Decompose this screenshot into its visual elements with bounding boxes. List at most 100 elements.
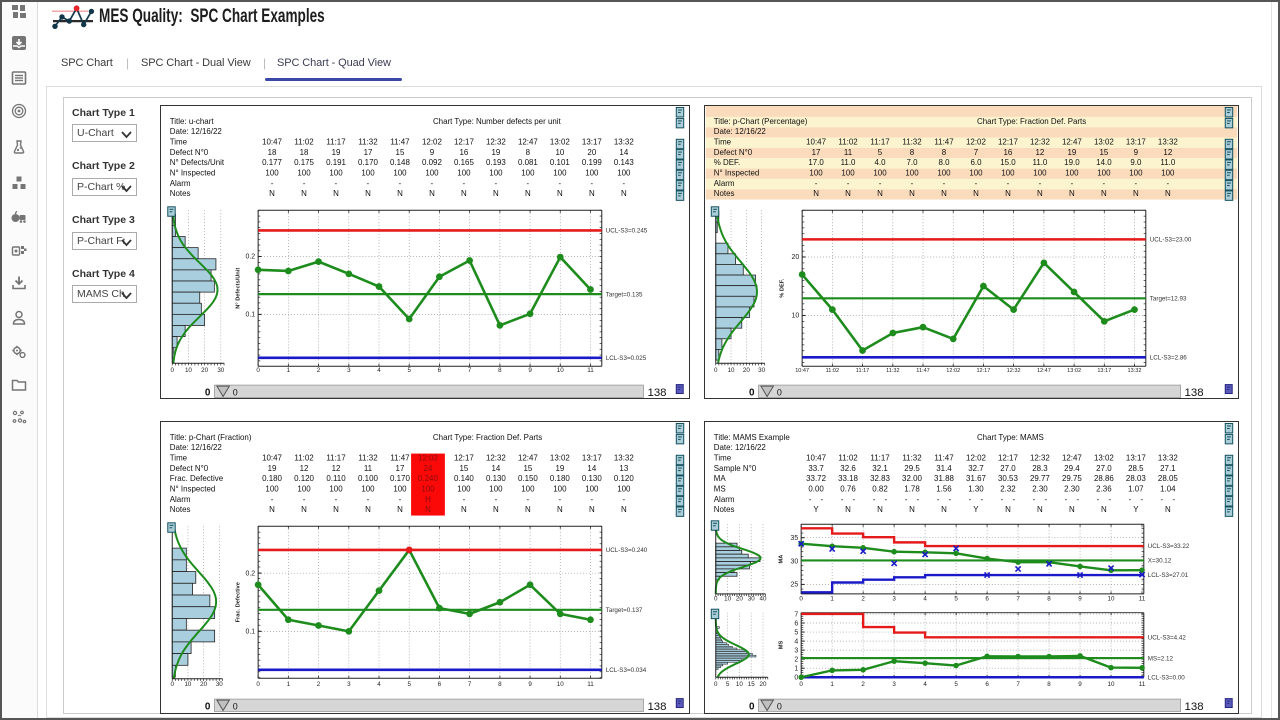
svg-text:100: 100 [809,169,823,178]
svg-text:8: 8 [1047,595,1051,602]
svg-text:Chart Type: Fraction Def. Part: Chart Type: Fraction Def. Parts [433,433,542,442]
svg-text:14: 14 [587,464,596,473]
svg-text:2.30: 2.30 [1064,485,1080,494]
svg-text:20: 20 [791,254,799,261]
svg-text:0.170: 0.170 [390,474,410,483]
svg-text:-: - [303,495,306,504]
svg-text:-: - [367,179,370,188]
svg-text:1: 1 [287,681,291,688]
svg-text:0.092: 0.092 [422,158,442,167]
svg-text:100: 100 [425,169,439,178]
svg-text:0.130: 0.130 [582,474,602,483]
svg-text:-: - [623,179,626,188]
svg-text:6: 6 [794,620,798,627]
svg-text:-: - [303,179,306,188]
svg-text:30: 30 [758,367,765,374]
svg-text:3: 3 [347,367,351,374]
svg-text:N: N [589,189,595,198]
svg-text:UCL-S3=0.245: UCL-S3=0.245 [606,228,648,235]
svg-text:-: - [527,495,530,504]
svg-text:0: 0 [170,367,174,374]
svg-text:100: 100 [521,169,535,178]
svg-text:-: - [943,179,946,188]
svg-text:100: 100 [297,485,311,494]
svg-text:25: 25 [790,582,798,589]
svg-text:10:47: 10:47 [806,454,826,463]
svg-text:6.0: 6.0 [970,158,982,167]
svg-text:3: 3 [794,647,798,654]
svg-text:0: 0 [256,681,260,688]
svg-text:15: 15 [523,464,532,473]
svg-text:-: - [911,179,914,188]
svg-text:10: 10 [1108,681,1115,688]
svg-text:19: 19 [332,148,341,157]
svg-text:Target=0.137: Target=0.137 [606,607,643,614]
svg-text:11: 11 [844,148,853,157]
svg-text:N: N [909,189,915,198]
svg-text:4: 4 [794,638,798,645]
svg-text:MS: MS [714,485,726,494]
svg-text:20: 20 [743,367,750,374]
svg-text:5: 5 [954,681,958,688]
svg-text:-: - [1135,179,1138,188]
svg-text:Notes: Notes [170,505,191,514]
svg-text:0: 0 [233,388,238,398]
svg-text:% DEF.: % DEF. [779,278,785,297]
svg-text:12: 12 [1163,148,1172,157]
svg-text:12:47: 12:47 [1062,138,1082,147]
svg-text:100: 100 [873,169,887,178]
svg-text:12:17: 12:17 [976,368,990,374]
svg-text:11:17: 11:17 [870,454,890,463]
svg-text:-: - [949,495,952,504]
svg-text:100: 100 [1161,169,1175,178]
svg-text:2.36: 2.36 [1096,485,1112,494]
svg-text:100: 100 [937,169,951,178]
svg-text:32.6: 32.6 [840,464,856,473]
svg-text:0.193: 0.193 [486,158,506,167]
svg-text:0.101: 0.101 [550,158,570,167]
svg-text:Y: Y [813,505,819,514]
svg-text:100: 100 [969,169,983,178]
svg-text:0: 0 [714,367,718,374]
svg-text:0.191: 0.191 [326,158,346,167]
svg-text:11:17: 11:17 [870,138,890,147]
svg-text:12:02: 12:02 [418,454,438,463]
svg-text:13:17: 13:17 [582,454,602,463]
svg-text:Sample N°0: Sample N°0 [714,464,757,473]
svg-text:28.03: 28.03 [1126,474,1146,483]
svg-text:12:47: 12:47 [518,454,538,463]
svg-text:0.76: 0.76 [840,485,856,494]
svg-text:7: 7 [1016,595,1020,602]
svg-text:100: 100 [841,169,855,178]
svg-text:2.32: 2.32 [1000,485,1016,494]
svg-text:Defect N°0: Defect N°0 [170,148,209,157]
svg-text:20: 20 [760,681,767,688]
svg-text:32.00: 32.00 [902,474,922,483]
svg-text:Notes: Notes [714,505,735,514]
svg-text:30: 30 [790,558,798,565]
svg-text:-: - [495,495,498,504]
svg-text:N: N [941,189,947,198]
svg-text:12:32: 12:32 [1030,138,1050,147]
svg-text:Alarm: Alarm [714,179,735,188]
svg-text:33.7: 33.7 [808,464,824,473]
svg-text:19: 19 [555,464,564,473]
svg-text:10: 10 [184,681,191,688]
svg-text:10:47: 10:47 [262,454,282,463]
svg-text:N: N [429,189,435,198]
svg-text:-: - [885,495,888,504]
svg-text:-: - [873,495,876,504]
svg-text:N: N [525,505,531,514]
svg-text:-: - [335,495,338,504]
svg-text:N: N [621,505,627,514]
svg-text:12:02: 12:02 [966,454,986,463]
svg-text:7: 7 [974,148,979,157]
svg-text:100: 100 [521,485,535,494]
svg-text:4: 4 [923,681,927,688]
svg-text:-: - [623,495,626,504]
svg-text:31.88: 31.88 [934,474,954,483]
svg-text:1: 1 [830,681,834,688]
svg-text:N: N [941,505,947,514]
svg-text:UCL-S3=0.240: UCL-S3=0.240 [606,547,648,554]
svg-text:15: 15 [1099,148,1108,157]
